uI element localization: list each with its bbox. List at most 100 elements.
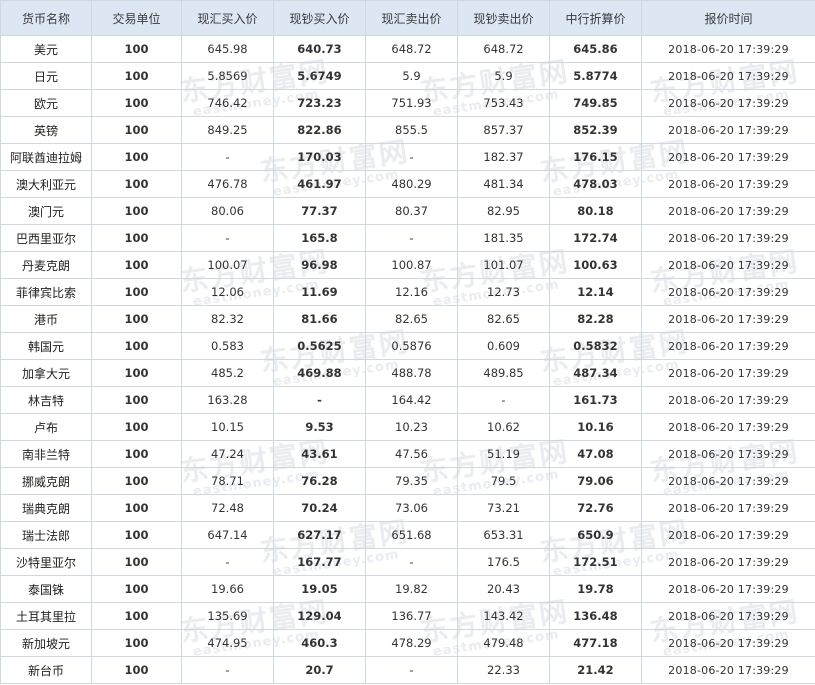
cell-cash-buy: 5.6749: [273, 62, 366, 90]
table-row: 挪威克朗 100 78.71 76.28 79.35 79.5 79.06 2018-06-2…: [0, 467, 815, 495]
cell-boc-rate: 136.48: [549, 602, 642, 630]
header-spot-buy[interactable]: 现汇买入价: [181, 0, 274, 36]
cell-spot-buy: 476.78: [181, 170, 274, 198]
cell-cash-buy: -: [273, 386, 366, 414]
cell-cash-buy: 76.28: [273, 467, 366, 495]
cell-boc-rate: 19.78: [549, 575, 642, 603]
table-row: 新台币 100-20.7-22.33 21.42 2018-06-20 17:39:2…: [0, 656, 815, 684]
cell-trade-unit: 100: [91, 278, 182, 306]
cell-trade-unit: 100: [91, 440, 182, 468]
cell-cash-sell: 176.5: [457, 548, 550, 576]
table-row: 港币 100 82.32 81.66 82.65 82.65 82.28 2018-06-20…: [0, 305, 815, 333]
cell-cash-buy: 460.3: [273, 629, 366, 657]
cell-spot-sell: -: [365, 656, 458, 684]
cell-quote-time: 2018-06-20 17:39:29: [641, 440, 815, 468]
header-trade-unit[interactable]: 交易单位: [91, 0, 182, 36]
cell-currency-name: 港币: [0, 305, 92, 333]
cell-cash-buy: 129.04: [273, 602, 366, 630]
cell-boc-rate: 176.15: [549, 143, 642, 171]
cell-quote-time: 2018-06-20 17:39:29: [641, 251, 815, 279]
cell-boc-rate: 12.14: [549, 278, 642, 306]
header-cash-buy[interactable]: 现钞买入价: [273, 0, 366, 36]
cell-cash-sell: -: [457, 386, 550, 414]
cell-cash-sell: 101.07: [457, 251, 550, 279]
cell-quote-time: 2018-06-20 17:39:29: [641, 143, 815, 171]
cell-quote-time: 2018-06-20 17:39:29: [641, 602, 815, 630]
header-currency-name[interactable]: 货币名称: [0, 0, 92, 36]
cell-boc-rate: 80.18: [549, 197, 642, 225]
cell-spot-sell: 0.5876: [365, 332, 458, 360]
cell-boc-rate: 852.39: [549, 116, 642, 144]
cell-cash-buy: 165.8: [273, 224, 366, 252]
cell-spot-buy: 0.583: [181, 332, 274, 360]
cell-cash-buy: 70.24: [273, 494, 366, 522]
cell-currency-name: 加拿大元: [0, 359, 92, 387]
header-spot-sell[interactable]: 现汇卖出价: [365, 0, 458, 36]
cell-spot-buy: 80.06: [181, 197, 274, 225]
exchange-rate-table: 货币名称 交易单位 现汇买入价 现钞买入价 现汇卖出价 现钞卖出价 中行折算价 …: [0, 0, 815, 684]
cell-quote-time: 2018-06-20 17:39:29: [641, 656, 815, 684]
cell-trade-unit: 100: [91, 305, 182, 333]
cell-trade-unit: 100: [91, 224, 182, 252]
cell-cash-sell: 143.42: [457, 602, 550, 630]
cell-boc-rate: 47.08: [549, 440, 642, 468]
table-body: 美元 100 645.98 640.73 648.72 648.72 645.86 2018-…: [0, 35, 815, 684]
cell-currency-name: 美元: [0, 35, 92, 63]
cell-cash-sell: 653.31: [457, 521, 550, 549]
cell-spot-buy: 645.98: [181, 35, 274, 63]
table-row: 日元 100 5.8569 5.6749 5.9 5.9 5.8774 2018-06-20 …: [0, 62, 815, 90]
cell-boc-rate: 650.9: [549, 521, 642, 549]
header-boc-rate[interactable]: 中行折算价: [549, 0, 642, 36]
header-cash-sell[interactable]: 现钞卖出价: [457, 0, 550, 36]
cell-boc-rate: 10.16: [549, 413, 642, 441]
cell-spot-buy: 485.2: [181, 359, 274, 387]
cell-quote-time: 2018-06-20 17:39:29: [641, 278, 815, 306]
cell-quote-time: 2018-06-20 17:39:29: [641, 521, 815, 549]
cell-cash-buy: 469.88: [273, 359, 366, 387]
cell-cash-sell: 648.72: [457, 35, 550, 63]
cell-cash-sell: 82.65: [457, 305, 550, 333]
cell-cash-sell: 181.35: [457, 224, 550, 252]
cell-spot-sell: 651.68: [365, 521, 458, 549]
cell-trade-unit: 100: [91, 494, 182, 522]
cell-boc-rate: 749.85: [549, 89, 642, 117]
cell-quote-time: 2018-06-20 17:39:29: [641, 413, 815, 441]
cell-currency-name: 新台币: [0, 656, 92, 684]
header-quote-time[interactable]: 报价时间: [641, 0, 815, 36]
cell-boc-rate: 172.51: [549, 548, 642, 576]
cell-currency-name: 英镑: [0, 116, 92, 144]
cell-boc-rate: 0.5832: [549, 332, 642, 360]
cell-spot-buy: 5.8569: [181, 62, 274, 90]
cell-spot-sell: -: [365, 224, 458, 252]
cell-spot-sell: 136.77: [365, 602, 458, 630]
cell-cash-sell: 753.43: [457, 89, 550, 117]
cell-trade-unit: 100: [91, 197, 182, 225]
cell-trade-unit: 100: [91, 602, 182, 630]
cell-cash-sell: 182.37: [457, 143, 550, 171]
cell-currency-name: 巴西里亚尔: [0, 224, 92, 252]
cell-quote-time: 2018-06-20 17:39:29: [641, 359, 815, 387]
cell-cash-buy: 0.5625: [273, 332, 366, 360]
cell-quote-time: 2018-06-20 17:39:29: [641, 305, 815, 333]
cell-cash-sell: 51.19: [457, 440, 550, 468]
cell-boc-rate: 5.8774: [549, 62, 642, 90]
cell-quote-time: 2018-06-20 17:39:29: [641, 494, 815, 522]
cell-quote-time: 2018-06-20 17:39:29: [641, 62, 815, 90]
cell-trade-unit: 100: [91, 413, 182, 441]
cell-cash-sell: 20.43: [457, 575, 550, 603]
cell-boc-rate: 82.28: [549, 305, 642, 333]
cell-cash-sell: 857.37: [457, 116, 550, 144]
table-row: 沙特里亚尔 100-167.77-176.5 172.51 2018-06-20 17…: [0, 548, 815, 576]
cell-spot-sell: 164.42: [365, 386, 458, 414]
cell-spot-buy: 746.42: [181, 89, 274, 117]
cell-spot-sell: 100.87: [365, 251, 458, 279]
table-row: 美元 100 645.98 640.73 648.72 648.72 645.86 2018-…: [0, 35, 815, 63]
cell-cash-sell: 73.21: [457, 494, 550, 522]
cell-spot-sell: 10.23: [365, 413, 458, 441]
table-row: 卢布 100 10.15 9.53 10.23 10.62 10.16 2018-06-20 …: [0, 413, 815, 441]
cell-currency-name: 日元: [0, 62, 92, 90]
table-header-row: 货币名称 交易单位 现汇买入价 现钞买入价 现汇卖出价 现钞卖出价 中行折算价 …: [0, 0, 815, 36]
cell-cash-sell: 10.62: [457, 413, 550, 441]
cell-trade-unit: 100: [91, 548, 182, 576]
cell-cash-buy: 11.69: [273, 278, 366, 306]
